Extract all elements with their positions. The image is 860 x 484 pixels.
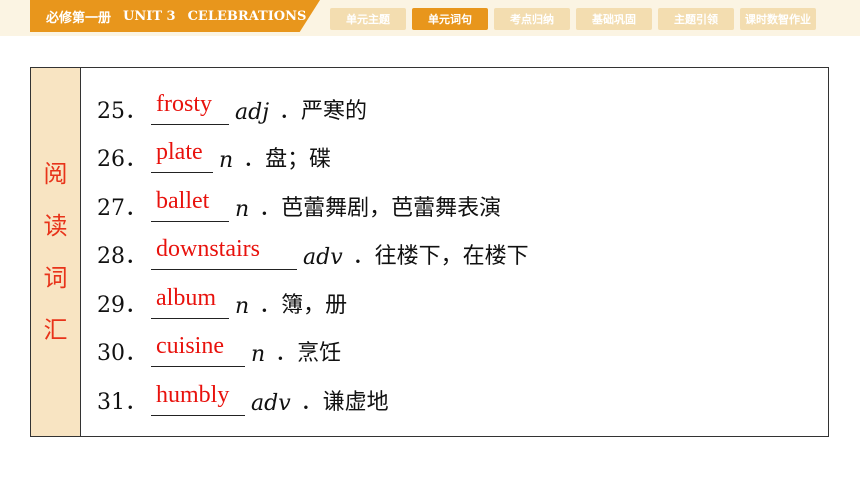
unit-label: UNIT 3 bbox=[123, 8, 176, 24]
item-number: 31． bbox=[97, 389, 147, 415]
list-item: 30． cuisine n ．烹饪 bbox=[97, 325, 529, 374]
definition: ．烹饪 bbox=[275, 341, 342, 366]
definition: ．严寒的 bbox=[279, 98, 368, 124]
side-char: 词 bbox=[43, 264, 68, 292]
vocabulary-list: 25． frosty adj ．严寒的 26． plate n ．盘；碟 27．… bbox=[97, 82, 529, 422]
item-number: 29． bbox=[97, 292, 147, 318]
answer-blank: plate bbox=[151, 139, 213, 173]
list-item: 25． frosty adj ．严寒的 bbox=[97, 82, 529, 131]
list-item: 26． plate n ．盘；碟 bbox=[97, 131, 529, 180]
side-char: 读 bbox=[43, 212, 68, 240]
answer-blank: humbly bbox=[151, 382, 245, 416]
answer-text: downstairs bbox=[156, 236, 260, 262]
list-item: 28． downstairs adv ．往楼下，在楼下 bbox=[97, 228, 529, 277]
book-label: 必修第一册 bbox=[46, 10, 112, 26]
item-number: 28． bbox=[97, 244, 147, 269]
part-of-speech: n bbox=[235, 196, 250, 222]
answer-text: ballet bbox=[156, 187, 210, 214]
tab-unit-theme[interactable]: 单元主题 bbox=[330, 8, 406, 30]
part-of-speech: n bbox=[235, 293, 250, 319]
answer-blank: cuisine bbox=[151, 333, 245, 367]
answer-text: album bbox=[156, 284, 216, 311]
answer-blank: album bbox=[151, 285, 229, 319]
definition: ．往楼下，在楼下 bbox=[352, 244, 529, 269]
side-char: 阅 bbox=[43, 160, 68, 188]
definition: ．芭蕾舞剧，芭蕾舞表演 bbox=[259, 195, 502, 221]
list-item: 31． humbly adv ．谦虚地 bbox=[97, 373, 529, 422]
top-bar: 必修第一册 UNIT 3 CELEBRATIONS 单元主题 单元词句 考点归纳… bbox=[0, 0, 860, 36]
tab-theme-guide[interactable]: 主题引领 bbox=[658, 8, 734, 30]
part-of-speech: n bbox=[219, 148, 234, 173]
tab-key-points[interactable]: 考点归纳 bbox=[494, 8, 570, 30]
answer-text: cuisine bbox=[156, 333, 224, 359]
answer-text: frosty bbox=[156, 90, 212, 117]
tab-basic-practice[interactable]: 基础巩固 bbox=[576, 8, 652, 30]
unit-title-banner: 必修第一册 UNIT 3 CELEBRATIONS bbox=[30, 0, 320, 32]
definition: ．簿，册 bbox=[259, 292, 348, 318]
tab-unit-vocabulary[interactable]: 单元词句 bbox=[412, 8, 488, 30]
nav-tabs: 单元主题 单元词句 考点归纳 基础巩固 主题引领 课时数智作业 bbox=[330, 8, 816, 30]
list-item: 27． ballet n ．芭蕾舞剧，芭蕾舞表演 bbox=[97, 179, 529, 228]
answer-blank: ballet bbox=[151, 188, 229, 222]
part-of-speech: n bbox=[251, 342, 266, 367]
definition: ．谦虚地 bbox=[300, 389, 389, 415]
list-item: 29． album n ．簿，册 bbox=[97, 276, 529, 325]
answer-blank: downstairs bbox=[151, 236, 297, 270]
part-of-speech: adj bbox=[235, 99, 270, 125]
side-label: 阅 读 词 汇 bbox=[31, 68, 81, 436]
answer-blank: frosty bbox=[151, 91, 229, 125]
vocabulary-panel: 阅 读 词 汇 25． frosty adj ．严寒的 26． plate n … bbox=[30, 67, 829, 437]
answer-text: plate bbox=[156, 139, 203, 165]
item-number: 26． bbox=[97, 147, 147, 172]
definition: ．盘；碟 bbox=[243, 147, 332, 172]
unit-title: CELEBRATIONS bbox=[187, 8, 307, 24]
side-char: 汇 bbox=[43, 316, 68, 344]
item-number: 30． bbox=[97, 341, 147, 366]
item-number: 25． bbox=[97, 98, 147, 124]
part-of-speech: adv bbox=[303, 245, 343, 270]
part-of-speech: adv bbox=[251, 390, 291, 416]
tab-homework[interactable]: 课时数智作业 bbox=[740, 8, 816, 30]
answer-text: humbly bbox=[156, 381, 230, 408]
item-number: 27． bbox=[97, 195, 147, 221]
